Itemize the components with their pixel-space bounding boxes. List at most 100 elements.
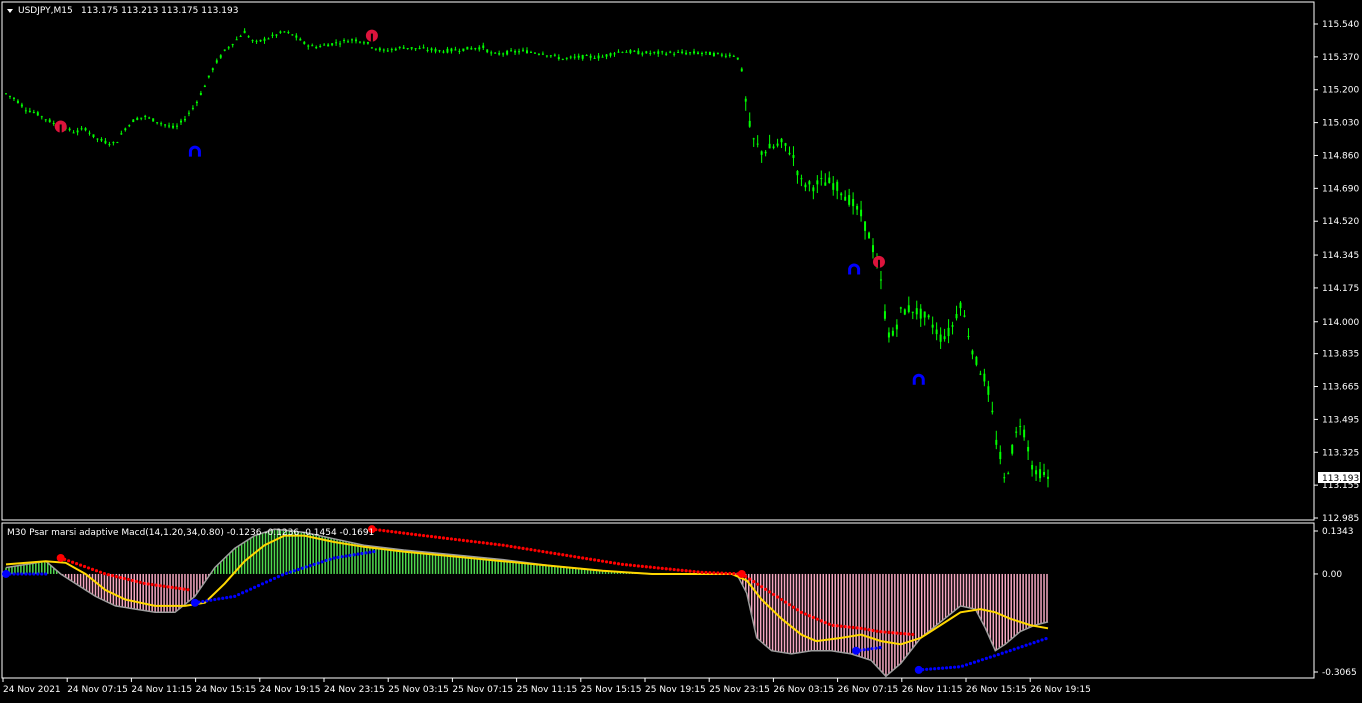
candle-body [557,57,560,60]
candle-body [947,327,950,337]
psar-red-dot [879,630,883,634]
time-axis[interactable]: 24 Nov 2021 24 Nov 07:15 24 Nov 11:15 24 No… [2,678,1091,695]
psar-blue-dot [316,561,320,565]
candle-body [406,47,409,49]
psar-blue-dot [245,589,249,593]
candle-body [136,117,139,120]
candle-body [291,34,294,36]
psar-blue-dot [1000,651,1004,655]
psar-red-dot [752,580,756,584]
price-axis-label: 113.495 [1322,415,1359,425]
candle-body [617,51,620,53]
psar-red-dot [505,544,509,548]
indicator-axis[interactable]: 0.1343 0.00 -0.3065 [1314,527,1357,678]
candle-body [366,42,369,44]
candle-body [1015,431,1018,433]
candle-body [215,60,218,63]
candle-body [283,31,286,33]
price-axis-label: 114.860 [1322,151,1359,161]
candle-body [20,104,23,107]
trading-chart-window[interactable]: USDJPY,M15 113.175 113.213 113.175 113.1… [0,0,1362,700]
psar-blue-dot [1032,640,1036,645]
candle-body [454,49,457,51]
time-axis-label: 25 Nov 19:15 [645,685,706,695]
candle-body [522,49,525,51]
psar-red-dot [596,558,601,563]
time-axis-label: 24 Nov 19:15 [260,685,321,695]
time-axis-label: 24 Nov 07:15 [67,685,128,695]
candle-body [418,47,421,50]
candle-body [712,53,715,57]
psar-red-dot [517,546,521,550]
psar-blue-dot [252,585,257,589]
candle-body [991,410,994,413]
price-axis-label: 114.000 [1322,318,1359,328]
candle-body [856,206,859,210]
psar-blue-dot [988,655,992,659]
candle-body [728,54,731,56]
price-axis[interactable]: 115.540 115.370 115.200 115.030 114.860 114.6… [1314,20,1359,524]
candle-body [28,110,31,113]
time-axis-label: 26 Nov 19:15 [1030,685,1091,695]
candle-body [844,196,847,201]
candle-body [883,311,886,319]
psar-red-dot [445,536,450,541]
candle-body [128,125,131,127]
candle-body [700,53,703,55]
time-axis-label: 26 Nov 11:15 [902,685,963,695]
psar-blue-dot [960,664,965,668]
candle-body [887,332,890,338]
psar-blue-dot [874,646,878,650]
psar-red-dot [485,541,489,545]
psar-blue-dot [956,665,961,669]
candle-body [450,48,453,52]
psar-blue-dot [205,599,209,603]
psar-red-dot [895,631,899,635]
candle-body [919,308,922,319]
candle-body [402,47,405,49]
candle-body [736,57,739,60]
psar-blue-dot [340,555,344,559]
psar-red-dot [545,550,549,554]
indicator-panel[interactable] [1,522,1315,679]
candle-body [796,170,799,176]
candle-body [315,46,318,49]
candle-body [820,178,823,180]
candle-body [219,55,222,58]
candle-body [868,232,871,239]
candle-body [689,52,692,54]
candle-body [1023,429,1026,438]
candle-body [553,54,556,56]
main-price-panel[interactable] [1,1,1315,521]
psar-red-dot [477,540,481,544]
psar-blue-dot [268,578,273,582]
psar-red-dot [593,558,597,562]
psar-red-dot [573,555,577,559]
psar-red-dot [158,584,162,588]
candle-body [116,142,119,144]
candle-body [872,245,875,253]
chart-canvas[interactable]: USDJPY,M15 113.175 113.213 113.175 113.1… [0,0,1362,700]
candle-body [1047,476,1049,479]
psar-red-dot [851,625,855,630]
candle-body [581,55,584,59]
candle-body [68,128,71,131]
candle-body [319,45,322,48]
psar-red-dot [541,549,545,554]
candle-body [748,120,751,127]
psar-blue-dot [356,552,360,556]
psar-red-dot [891,631,895,635]
time-axis-label: 26 Nov 03:15 [773,685,834,695]
psar-red-dot [696,570,700,574]
candle-body [422,47,425,49]
candle-body [203,85,206,88]
symbol-title: USDJPY,M15 [18,6,73,16]
psar-blue-dot [237,592,241,597]
psar-red-dot [668,567,672,571]
psar-blue-dot [1040,638,1044,642]
candle-body [176,125,179,127]
candle-body [223,49,226,51]
candle-body [370,47,373,49]
psar-blue-dot [941,666,945,670]
candle-body [752,138,755,140]
